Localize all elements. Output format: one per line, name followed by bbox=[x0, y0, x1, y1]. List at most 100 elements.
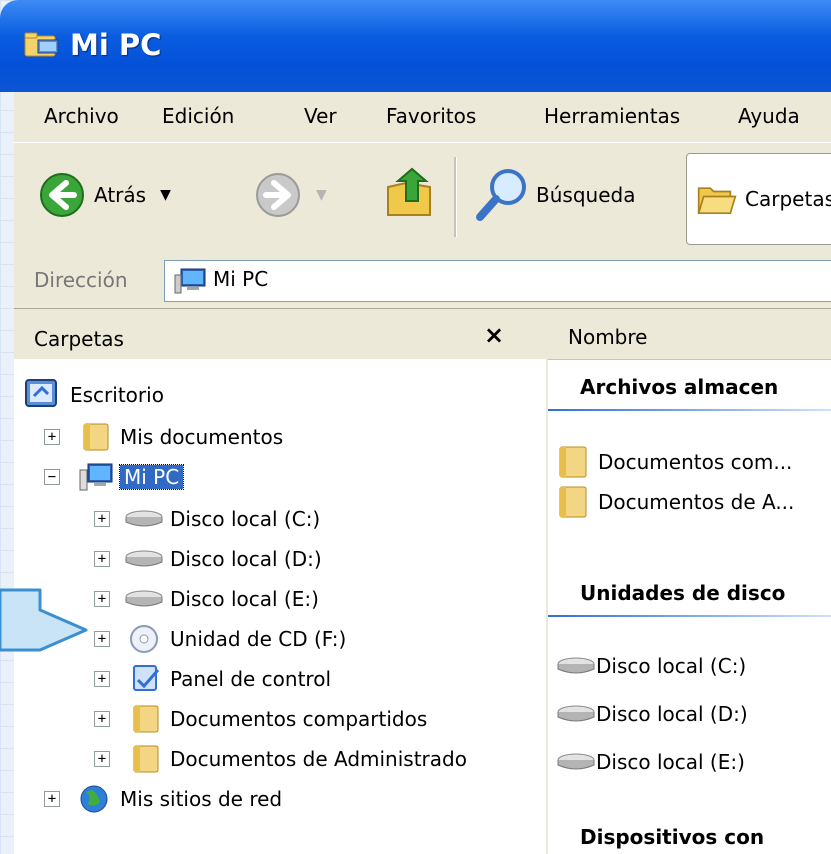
list-item[interactable]: Documentos com... bbox=[556, 445, 792, 479]
expand-icon[interactable]: + bbox=[94, 711, 110, 727]
address-bar: Dirección Mi PC bbox=[14, 252, 831, 309]
title-bar[interactable]: Mi PC bbox=[0, 0, 831, 92]
expand-icon[interactable]: + bbox=[94, 511, 110, 527]
expand-icon[interactable]: + bbox=[94, 591, 110, 607]
folder-icon bbox=[559, 446, 587, 478]
drive-icon bbox=[557, 753, 595, 770]
tree-label: Documentos de Administrado bbox=[170, 747, 467, 771]
tree-item-mis-sitios-de-red[interactable]: + Mis sitios de red bbox=[44, 779, 282, 819]
expand-icon[interactable]: + bbox=[94, 631, 110, 647]
menu-edicion[interactable]: Edición bbox=[162, 104, 234, 128]
group-title-archivos: Archivos almacen bbox=[580, 375, 779, 399]
tree-label: Mis sitios de red bbox=[120, 787, 283, 811]
drive-icon bbox=[125, 510, 163, 527]
computer-icon bbox=[79, 463, 113, 491]
folders-pane-title: Carpetas bbox=[34, 327, 124, 351]
expand-icon[interactable]: + bbox=[94, 671, 110, 687]
tree-label: Documentos compartidos bbox=[170, 707, 428, 731]
desktop-icon bbox=[25, 379, 57, 407]
toolbar-separator bbox=[454, 157, 457, 237]
tree-item-mis-documentos[interactable]: + Mis documentos bbox=[44, 417, 283, 457]
up-folder-icon bbox=[387, 167, 431, 216]
cd-icon bbox=[130, 625, 158, 653]
tree-item-documentos-compartidos[interactable]: + Documentos compartidos bbox=[94, 699, 427, 739]
back-dropdown-icon[interactable]: ▼ bbox=[160, 187, 171, 203]
menu-ayuda[interactable]: Ayuda bbox=[738, 104, 800, 128]
folders-toggle-button[interactable]: Carpetas bbox=[686, 153, 831, 245]
callout-arrow bbox=[0, 588, 88, 652]
tree-item-panel-de-control[interactable]: + Panel de control bbox=[94, 659, 331, 699]
group-divider bbox=[548, 409, 831, 411]
folder-icon bbox=[83, 423, 109, 451]
search-label: Búsqueda bbox=[536, 183, 636, 207]
folders-pane-header: Carpetas × bbox=[14, 309, 546, 359]
back-label: Atrás bbox=[94, 183, 147, 207]
tree-item-disco-d[interactable]: + Disco local (D:) bbox=[94, 539, 322, 579]
tree-item-cd-f[interactable]: + Unidad de CD (F:) bbox=[94, 619, 346, 659]
list-item[interactable]: Disco local (E:) bbox=[556, 749, 745, 775]
tree-label: Panel de control bbox=[170, 667, 331, 691]
drive-icon bbox=[557, 705, 595, 722]
tree-label: Escritorio bbox=[70, 383, 164, 407]
back-button[interactable]: Atrás ▼ bbox=[38, 171, 171, 219]
drive-icon bbox=[557, 657, 595, 674]
content-pane: Nombre Archivos almacen Documentos com..… bbox=[548, 309, 831, 854]
tree-item-documentos-administrador[interactable]: + Documentos de Administrado bbox=[94, 739, 467, 779]
drive-icon bbox=[125, 590, 163, 607]
drive-icon bbox=[125, 550, 163, 567]
tree-item-disco-c[interactable]: + Disco local (C:) bbox=[94, 499, 320, 539]
column-header-label: Nombre bbox=[568, 325, 648, 349]
my-computer-folder-icon bbox=[24, 32, 59, 57]
address-value: Mi PC bbox=[213, 267, 269, 291]
menu-favoritos[interactable]: Favoritos bbox=[386, 104, 476, 128]
address-label: Dirección bbox=[34, 268, 128, 292]
folder-icon bbox=[133, 705, 159, 733]
menu-ver[interactable]: Ver bbox=[304, 104, 337, 128]
expand-icon[interactable]: + bbox=[44, 791, 60, 807]
search-button[interactable]: Búsqueda bbox=[474, 167, 635, 223]
group-title-unidades: Unidades de disco bbox=[580, 581, 786, 605]
list-item-label: Disco local (E:) bbox=[596, 750, 745, 774]
list-item[interactable]: Disco local (C:) bbox=[556, 653, 746, 679]
list-item-label: Documentos com... bbox=[598, 450, 793, 474]
group-title-dispositivos: Dispositivos con bbox=[580, 825, 765, 849]
forward-button[interactable]: ▼ bbox=[254, 171, 327, 219]
column-header-nombre[interactable]: Nombre bbox=[548, 309, 831, 360]
folders-icon bbox=[697, 187, 737, 215]
expand-icon[interactable]: + bbox=[94, 751, 110, 767]
tree-item-escritorio[interactable]: Escritorio bbox=[24, 375, 164, 415]
list-item-label: Disco local (D:) bbox=[596, 702, 748, 726]
folder-icon bbox=[559, 486, 587, 518]
tree-item-mi-pc[interactable]: − Mi PC bbox=[44, 457, 185, 497]
menu-archivo[interactable]: Archivo bbox=[44, 104, 119, 128]
computer-icon bbox=[174, 268, 206, 294]
list-item[interactable]: Disco local (D:) bbox=[556, 701, 748, 727]
address-field[interactable]: Mi PC bbox=[164, 260, 831, 302]
list-item[interactable]: Documentos de A... bbox=[556, 485, 794, 519]
back-arrow-icon bbox=[40, 173, 84, 217]
explorer-window: Mi PC Archivo Edición Ver Favoritos Herr… bbox=[0, 0, 831, 854]
group-divider bbox=[548, 615, 831, 617]
tree-item-disco-e[interactable]: + Disco local (E:) bbox=[94, 579, 319, 619]
folders-pane: Carpetas × Escritorio + Mis documentos − bbox=[14, 309, 548, 854]
control-panel-icon bbox=[133, 665, 160, 691]
close-icon[interactable]: × bbox=[484, 321, 504, 349]
list-item-label: Disco local (C:) bbox=[596, 654, 747, 678]
tree-label: Mi PC bbox=[118, 464, 185, 490]
expand-icon[interactable]: + bbox=[94, 551, 110, 567]
list-item-label: Documentos de A... bbox=[598, 490, 795, 514]
toolbar: Atrás ▼ ▼ Búsqueda Carpetas bbox=[14, 142, 831, 254]
expand-icon[interactable]: + bbox=[44, 429, 60, 445]
up-folder-button[interactable] bbox=[384, 167, 436, 221]
menu-bar: Archivo Edición Ver Favoritos Herramient… bbox=[14, 92, 831, 143]
forward-dropdown-icon[interactable]: ▼ bbox=[316, 187, 327, 203]
window-title: Mi PC bbox=[70, 28, 162, 62]
folders-label: Carpetas bbox=[745, 187, 831, 211]
forward-arrow-icon bbox=[256, 173, 300, 217]
collapse-icon[interactable]: − bbox=[44, 469, 60, 485]
menu-herramientas[interactable]: Herramientas bbox=[544, 104, 680, 128]
tree-label: Disco local (C:) bbox=[170, 507, 321, 531]
tree-label: Mis documentos bbox=[120, 425, 284, 449]
tree-label: Disco local (E:) bbox=[170, 587, 319, 611]
folder-icon bbox=[133, 745, 159, 773]
